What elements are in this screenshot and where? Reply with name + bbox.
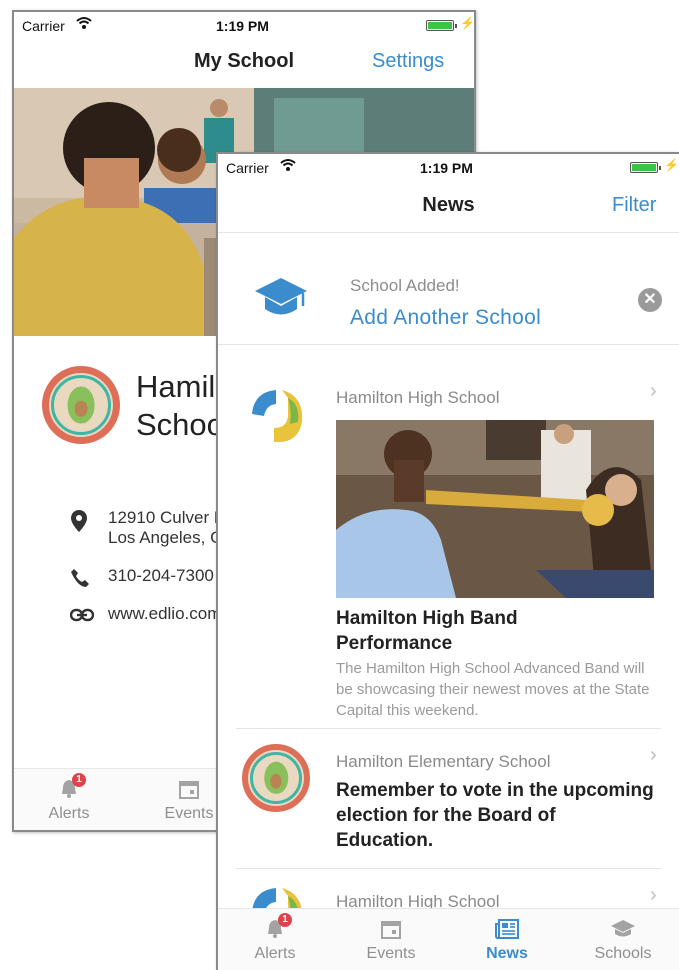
phone-number: 310-204-7300 xyxy=(108,566,214,585)
school-added-label: School Added! xyxy=(350,276,460,295)
charging-icon: ⚡ xyxy=(460,16,475,30)
school-logo xyxy=(242,744,310,812)
divider xyxy=(218,344,679,345)
status-time: 1:19 PM xyxy=(216,18,269,34)
settings-button[interactable]: Settings xyxy=(372,50,444,73)
status-bar: Carrier 1:19 PM ⚡ xyxy=(14,12,474,40)
calendar-icon xyxy=(179,779,199,804)
news-photo xyxy=(336,420,654,598)
status-bar: Carrier 1:19 PM ⚡ xyxy=(218,154,679,182)
wifi-icon xyxy=(280,159,296,171)
hamilton-high-logo xyxy=(252,390,303,443)
battery-icon xyxy=(630,162,661,173)
tab-label: Events xyxy=(366,945,416,962)
filter-button[interactable]: Filter xyxy=(612,194,656,217)
divider xyxy=(236,868,661,869)
alerts-badge: 1 xyxy=(278,913,292,927)
chevron-right-icon: › xyxy=(650,884,657,906)
news-title: Hamilton High Band Performance xyxy=(336,608,518,654)
graduation-cap-icon xyxy=(610,919,636,944)
close-icon[interactable]: ✕ xyxy=(638,288,662,312)
divider xyxy=(236,728,661,729)
nav-bar: My School Settings xyxy=(14,40,474,86)
graduation-cap-icon xyxy=(255,278,307,315)
bell-icon: 1 xyxy=(266,913,292,944)
calendar-icon xyxy=(381,919,401,944)
news-body: The Hamilton High School Advanced Band w… xyxy=(336,660,650,719)
carrier-label: Carrier xyxy=(22,18,65,34)
website-link: www.edlio.com xyxy=(108,604,222,623)
divider xyxy=(218,232,679,233)
school-name-line2: Schoo xyxy=(136,407,224,442)
add-another-school-link[interactable]: Add Another School xyxy=(350,306,541,330)
news-source: Hamilton High School xyxy=(336,388,500,407)
alerts-badge: 1 xyxy=(72,773,86,787)
wifi-icon xyxy=(76,17,92,29)
tab-label: News xyxy=(486,945,528,962)
school-name-line1: Hamil xyxy=(136,369,216,404)
newspaper-icon xyxy=(495,919,519,944)
chevron-right-icon: › xyxy=(650,744,657,766)
school-logo xyxy=(42,366,120,444)
tab-label: Alerts xyxy=(254,945,296,962)
tab-label: Alerts xyxy=(48,805,90,822)
band-photo xyxy=(336,420,654,598)
location-pin-icon xyxy=(71,510,87,532)
carrier-label: Carrier xyxy=(226,160,269,176)
status-time: 1:19 PM xyxy=(420,160,473,176)
link-icon xyxy=(70,608,94,622)
news-screen: Carrier 1:19 PM ⚡ News Filter School Add… xyxy=(216,152,679,970)
battery-icon xyxy=(426,20,457,31)
nav-bar: News Filter xyxy=(218,184,679,230)
school-name: Hamil Schoo xyxy=(136,368,224,444)
tab-bar: 1 Alerts Events News Schools xyxy=(218,908,679,970)
bell-icon: 1 xyxy=(60,773,86,804)
address-line1: 12910 Culver B xyxy=(108,508,226,527)
chevron-right-icon: › xyxy=(650,380,657,402)
charging-icon: ⚡ xyxy=(664,158,679,172)
news-title: Remember to vote in the upcoming electio… xyxy=(336,780,654,851)
address-line2: Los Angeles, C xyxy=(108,528,223,547)
page-title: News xyxy=(422,194,475,216)
tab-label: Schools xyxy=(594,945,652,962)
news-source: Hamilton Elementary School xyxy=(336,752,551,771)
phone-icon xyxy=(71,569,89,587)
